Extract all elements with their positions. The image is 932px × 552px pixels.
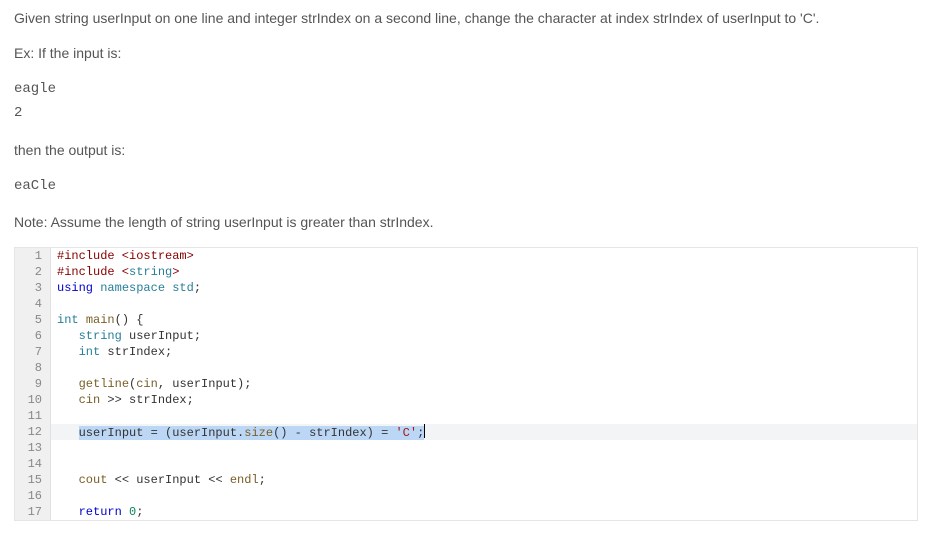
line-number: 14 [15,456,51,472]
line-number: 2 [15,264,51,280]
code-content[interactable]: int main() { [51,312,917,328]
example-input-block: eagle 2 [14,78,918,126]
line-number: 7 [15,344,51,360]
code-line[interactable]: 17 return 0; [15,504,917,520]
code-line[interactable]: 9 getline(cin, userInput); [15,376,917,392]
code-content[interactable]: int strIndex; [51,344,917,360]
line-number: 15 [15,472,51,488]
selection: userInput = (userInput.size() - strIndex… [79,426,425,440]
code-editor-scroll[interactable]: 1#include <iostream>2#include <string>3u… [15,248,917,520]
code-line[interactable]: 15 cout << userInput << endl; [15,472,917,488]
code-line[interactable]: 1#include <iostream> [15,248,917,264]
code-content[interactable] [51,360,917,376]
line-number: 4 [15,296,51,312]
example-output-line: eaCle [14,175,918,199]
line-number: 17 [15,504,51,520]
code-content[interactable]: string userInput; [51,328,917,344]
code-content[interactable] [51,296,917,312]
line-number: 11 [15,408,51,424]
line-number: 9 [15,376,51,392]
code-content[interactable]: return 0; [51,504,917,520]
code-line[interactable]: 13 [15,440,917,456]
line-number: 8 [15,360,51,376]
line-number: 10 [15,392,51,408]
line-number: 3 [15,280,51,296]
example-output-block: eaCle [14,175,918,199]
code-line[interactable]: 2#include <string> [15,264,917,280]
example-input-line-2: 2 [14,102,918,126]
code-content[interactable] [51,456,917,472]
code-line[interactable]: 4 [15,296,917,312]
code-line[interactable]: 10 cin >> strIndex; [15,392,917,408]
code-line[interactable]: 3using namespace std; [15,280,917,296]
example-input-lead: Ex: If the input is: [14,43,918,64]
code-content[interactable]: cout << userInput << endl; [51,472,917,488]
example-output-lead: then the output is: [14,140,918,161]
code-content[interactable]: cin >> strIndex; [51,392,917,408]
code-content[interactable]: #include <string> [51,264,917,280]
text-cursor [424,424,425,438]
code-line[interactable]: 7 int strIndex; [15,344,917,360]
problem-note: Note: Assume the length of string userIn… [14,212,918,233]
code-content[interactable]: using namespace std; [51,280,917,296]
line-number: 1 [15,248,51,264]
code-line[interactable]: 14 [15,456,917,472]
problem-statement: Given string userInput on one line and i… [14,8,918,29]
line-number: 6 [15,328,51,344]
line-number: 16 [15,488,51,504]
code-line[interactable]: 12 userInput = (userInput.size() - strIn… [15,424,917,440]
code-line[interactable]: 16 [15,488,917,504]
code-line[interactable]: 5int main() { [15,312,917,328]
code-content[interactable]: getline(cin, userInput); [51,376,917,392]
line-number: 13 [15,440,51,456]
code-content[interactable] [51,488,917,504]
code-content[interactable] [51,408,917,424]
code-content[interactable]: #include <iostream> [51,248,917,264]
example-input-line-1: eagle [14,78,918,102]
line-number: 5 [15,312,51,328]
code-content[interactable]: userInput = (userInput.size() - strIndex… [51,424,917,440]
code-content[interactable] [51,440,917,456]
code-line[interactable]: 8 [15,360,917,376]
code-line[interactable]: 6 string userInput; [15,328,917,344]
code-editor[interactable]: 1#include <iostream>2#include <string>3u… [14,247,918,521]
code-line[interactable]: 11 [15,408,917,424]
line-number: 12 [15,424,51,440]
